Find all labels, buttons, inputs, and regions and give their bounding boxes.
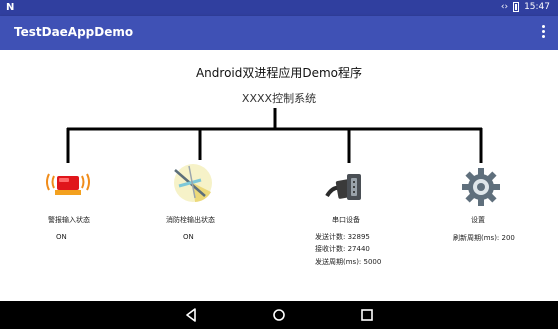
sync-arrows-icon: ‹› xyxy=(500,2,509,12)
fire-hydrant-icon[interactable] xyxy=(171,162,215,208)
module-serial-label: 串口设备 xyxy=(332,216,360,224)
app-bar: TestDaeAppDemo xyxy=(0,16,558,50)
notification-n-icon: N xyxy=(6,2,15,13)
module-alarm-value: ON xyxy=(56,233,67,241)
serial-port-icon[interactable] xyxy=(325,170,365,208)
status-bar: N ‹› 15:47 xyxy=(0,0,558,16)
module-serial-recv-count: 接收计数: 27440 xyxy=(315,245,370,253)
alarm-siren-icon[interactable] xyxy=(45,168,91,200)
module-settings-refresh: 刷新周期(ms): 200 xyxy=(453,234,515,242)
more-vert-icon[interactable] xyxy=(540,25,546,41)
module-hydrant-value: ON xyxy=(183,233,194,241)
navigation-bar xyxy=(0,301,558,329)
battery-icon xyxy=(513,2,520,12)
app-title: TestDaeAppDemo xyxy=(14,25,134,39)
home-icon[interactable] xyxy=(272,308,286,322)
module-serial-send-period: 发送周期(ms): 5000 xyxy=(315,258,382,266)
recents-icon[interactable] xyxy=(360,308,374,322)
back-icon[interactable] xyxy=(184,308,198,322)
clock: 15:47 xyxy=(524,2,550,12)
module-settings-label: 设置 xyxy=(471,216,485,224)
module-serial-send-count: 发送计数: 32895 xyxy=(315,233,370,241)
gear-icon[interactable] xyxy=(461,167,501,211)
module-hydrant-label: 消防栓输出状态 xyxy=(166,216,215,224)
main-content: Android双进程应用Demo程序 XXXX控制系统 警报输入状态 ON 消防… xyxy=(0,50,558,301)
status-icons: ‹› 15:47 xyxy=(501,2,550,12)
module-alarm-label: 警报输入状态 xyxy=(48,216,90,224)
